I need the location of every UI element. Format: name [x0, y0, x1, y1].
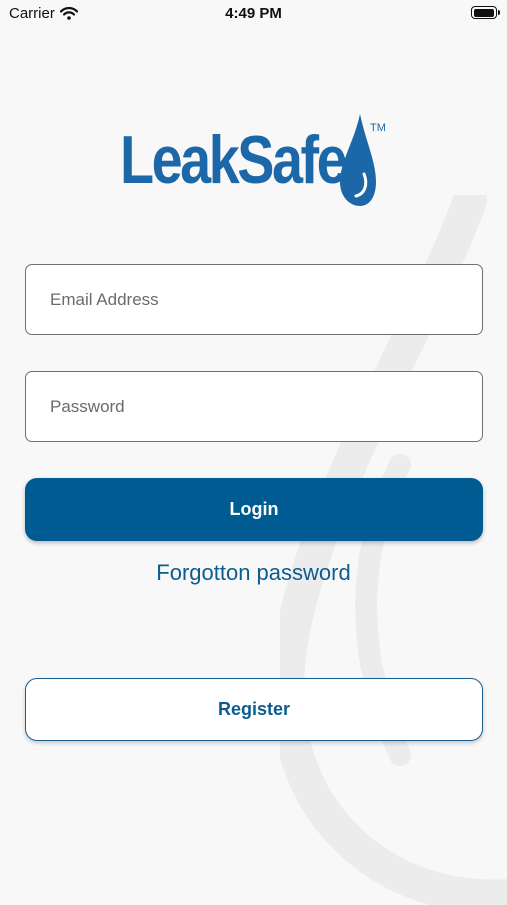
- password-input[interactable]: [26, 372, 482, 441]
- register-button-label: Register: [217, 699, 291, 719]
- status-bar: Carrier 4:49 PM: [0, 0, 507, 30]
- email-input[interactable]: [26, 265, 482, 334]
- password-field[interactable]: [25, 371, 483, 442]
- login-button-label: Login: [229, 499, 279, 519]
- logo-text: LeakSafe: [120, 122, 348, 198]
- login-button[interactable]: Login: [25, 478, 483, 541]
- forgot-password-link[interactable]: Forgotton password: [0, 560, 507, 586]
- battery-icon: [471, 6, 500, 19]
- status-time: 4:49 PM: [225, 5, 282, 22]
- app-logo: LeakSafe TM: [120, 112, 390, 212]
- battery-level: [473, 8, 494, 17]
- register-button[interactable]: Register: [25, 678, 483, 741]
- email-field[interactable]: [25, 264, 483, 335]
- trademark-symbol: TM: [370, 122, 386, 134]
